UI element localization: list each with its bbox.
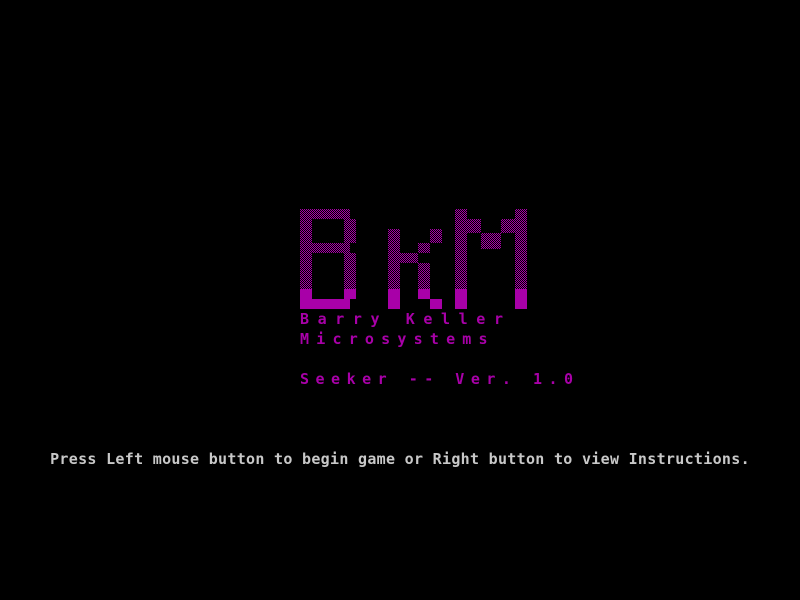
logo-letter-m	[455, 209, 527, 309]
company-name-line1: Barry Keller	[300, 310, 512, 328]
company-name-line2: Microsystems	[300, 330, 495, 348]
game-title-version: Seeker -- Ver. 1.0	[300, 369, 580, 389]
title-screen[interactable]: Barry Keller Microsystems Seeker -- Ver.…	[0, 0, 800, 600]
logo-letter-k	[388, 229, 442, 309]
start-prompt: Press Left mouse button to begin game or…	[50, 450, 750, 468]
bkm-logo	[300, 209, 531, 309]
logo-letter-b	[300, 209, 356, 309]
game-title-version-text: Seeker -- Ver. 1.0	[300, 370, 580, 388]
bkm-logo-graphic	[300, 209, 527, 309]
